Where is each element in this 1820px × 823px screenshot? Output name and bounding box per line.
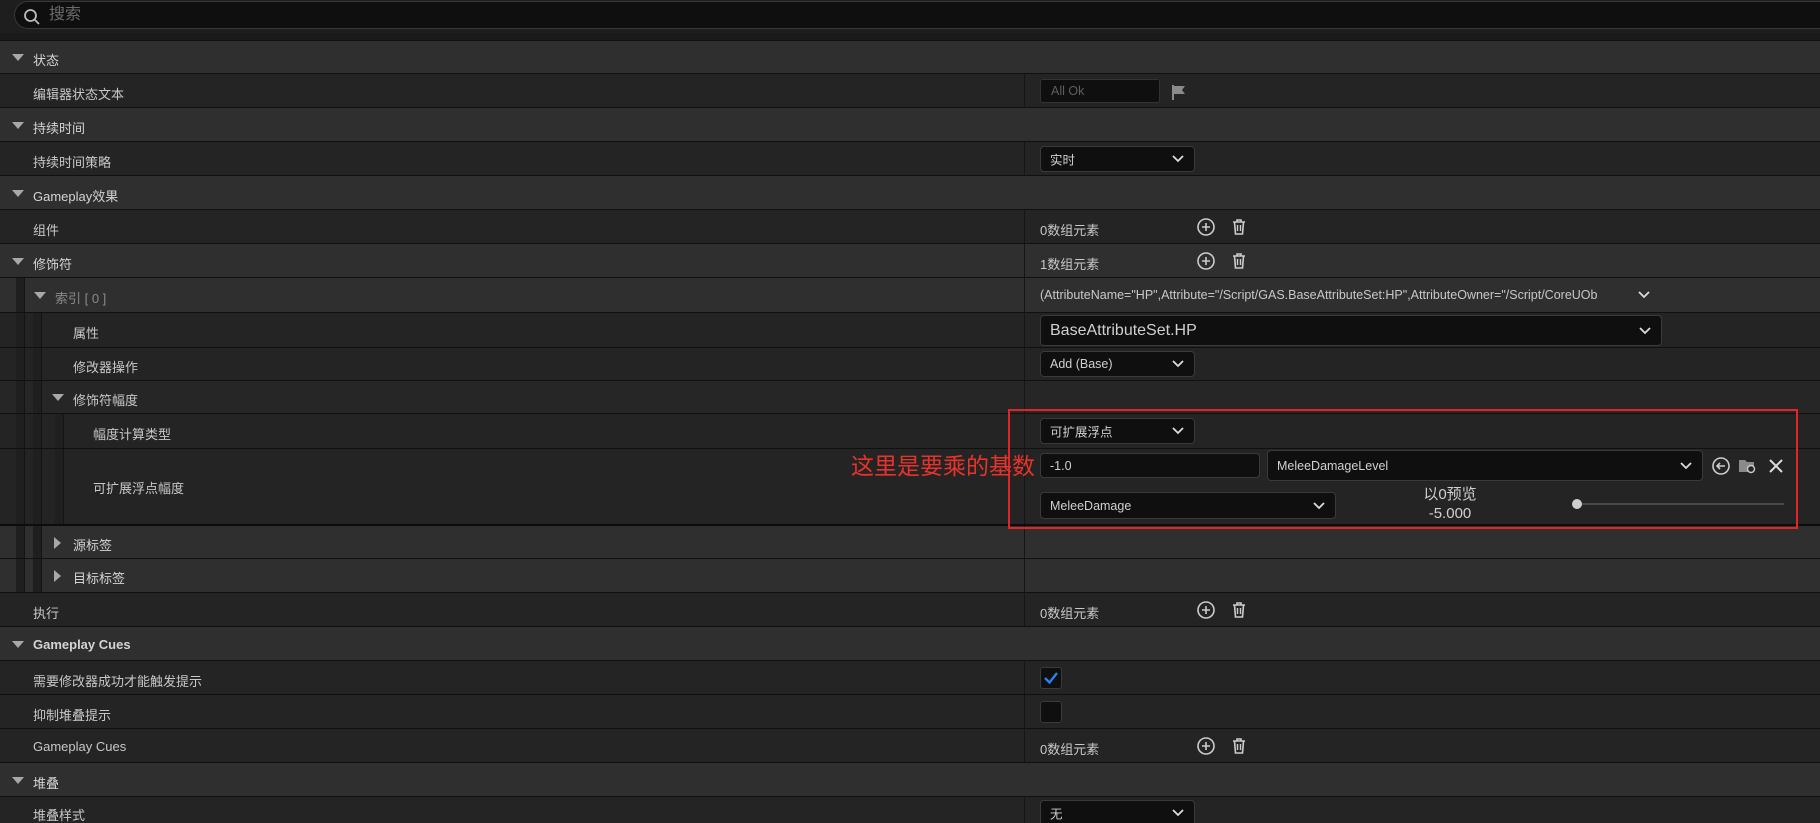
flag-icon[interactable] bbox=[1170, 83, 1188, 101]
category-modifiers[interactable]: 修饰符 1数组元素 bbox=[0, 243, 1820, 277]
chevron-down-icon bbox=[1172, 360, 1184, 368]
suppress-stacking-checkbox[interactable] bbox=[1040, 701, 1062, 723]
property-label: 组件 bbox=[33, 223, 60, 238]
add-element-icon[interactable] bbox=[1196, 251, 1216, 271]
array-count: 0数组元素 bbox=[1040, 606, 1100, 621]
category-gameplay-effect[interactable]: Gameplay效果 bbox=[0, 175, 1820, 209]
chevron-down-icon[interactable] bbox=[1638, 291, 1650, 299]
group-label: 修饰符幅度 bbox=[73, 393, 139, 408]
add-element-icon[interactable] bbox=[1196, 217, 1216, 237]
expand-arrow-icon[interactable] bbox=[54, 537, 61, 549]
property-editor-status: 编辑器状态文本 All Ok bbox=[0, 73, 1820, 107]
collapse-arrow-icon[interactable] bbox=[12, 258, 24, 265]
trash-icon[interactable] bbox=[1229, 736, 1249, 756]
annotation-highlight-box bbox=[1008, 409, 1798, 529]
array-count: 0数组元素 bbox=[1040, 223, 1100, 238]
collapse-arrow-icon[interactable] bbox=[12, 777, 24, 784]
trash-icon[interactable] bbox=[1229, 217, 1249, 237]
chevron-down-icon bbox=[1172, 809, 1184, 817]
property-label: Gameplay Cues bbox=[33, 739, 127, 754]
category-stacking[interactable]: 堆叠 bbox=[0, 762, 1820, 796]
category-status[interactable]: 状态 bbox=[0, 40, 1820, 73]
modifier-op-dropdown[interactable]: Add (Base) bbox=[1040, 351, 1195, 377]
index-label: 索引 [ 0 ] bbox=[55, 291, 107, 306]
property-label: 可扩展浮点幅度 bbox=[93, 481, 185, 496]
property-require-success: 需要修改器成功才能触发提示 bbox=[0, 660, 1820, 694]
property-label: 堆叠样式 bbox=[33, 808, 86, 823]
collapse-arrow-icon[interactable] bbox=[12, 54, 24, 61]
group-label: 目标标签 bbox=[73, 571, 126, 586]
property-label: 持续时间策略 bbox=[33, 155, 112, 170]
category-label: 状态 bbox=[33, 53, 60, 68]
category-label: Gameplay Cues bbox=[33, 637, 131, 652]
search-input[interactable] bbox=[49, 5, 649, 25]
collapse-arrow-icon[interactable] bbox=[12, 641, 24, 648]
property-label: 幅度计算类型 bbox=[93, 427, 172, 442]
property-components: 组件 0数组元素 bbox=[0, 209, 1820, 243]
property-duration-policy: 持续时间策略 实时 bbox=[0, 141, 1820, 175]
chevron-down-icon bbox=[1172, 155, 1184, 163]
array-index-0[interactable]: 索引 [ 0 ] (AttributeName="HP",Attribute="… bbox=[0, 277, 1820, 312]
expand-arrow-icon[interactable] bbox=[54, 570, 61, 582]
collapse-arrow-icon[interactable] bbox=[12, 122, 24, 129]
search-bar bbox=[0, 0, 1820, 33]
property-stacking-type: 堆叠样式 无 bbox=[0, 796, 1820, 823]
add-element-icon[interactable] bbox=[1196, 600, 1216, 620]
group-label: 源标签 bbox=[73, 538, 113, 553]
collapse-arrow-icon[interactable] bbox=[52, 394, 64, 401]
property-label: 修改器操作 bbox=[73, 360, 139, 375]
property-gameplay-cues: Gameplay Cues 0数组元素 bbox=[0, 728, 1820, 762]
category-label: 堆叠 bbox=[33, 776, 60, 791]
category-gameplay-cues[interactable]: Gameplay Cues bbox=[0, 626, 1820, 660]
collapse-arrow-icon[interactable] bbox=[34, 292, 46, 299]
group-source-tags[interactable]: 源标签 bbox=[0, 524, 1820, 558]
stacking-type-dropdown[interactable]: 无 bbox=[1040, 800, 1195, 823]
property-attribute: 属性 BaseAttributeSet.HP bbox=[0, 312, 1820, 347]
editor-status-field: All Ok bbox=[1040, 79, 1160, 103]
chevron-down-icon bbox=[1639, 326, 1651, 334]
category-label: 持续时间 bbox=[33, 121, 86, 136]
property-executions: 执行 0数组元素 bbox=[0, 592, 1820, 626]
require-success-checkbox[interactable] bbox=[1040, 667, 1062, 689]
attribute-dropdown[interactable]: BaseAttributeSet.HP bbox=[1040, 315, 1662, 346]
add-element-icon[interactable] bbox=[1196, 736, 1216, 756]
array-count: 0数组元素 bbox=[1040, 742, 1100, 757]
checkmark-icon bbox=[1044, 672, 1058, 685]
duration-policy-dropdown[interactable]: 实时 bbox=[1040, 146, 1195, 172]
annotation-text: 这里是要乘的基数 bbox=[851, 454, 1035, 480]
search-field[interactable] bbox=[14, 1, 1820, 29]
property-label: 需要修改器成功才能触发提示 bbox=[33, 674, 203, 689]
property-suppress-stacking: 抑制堆叠提示 bbox=[0, 694, 1820, 728]
collapse-arrow-icon[interactable] bbox=[12, 190, 24, 197]
category-label: Gameplay效果 bbox=[33, 189, 119, 204]
property-label: 抑制堆叠提示 bbox=[33, 708, 112, 723]
property-label: 执行 bbox=[33, 606, 60, 621]
category-duration[interactable]: 持续时间 bbox=[0, 107, 1820, 141]
search-icon bbox=[24, 9, 40, 25]
group-target-tags[interactable]: 目标标签 bbox=[0, 558, 1820, 592]
trash-icon[interactable] bbox=[1229, 251, 1249, 271]
index-summary: (AttributeName="HP",Attribute="/Script/G… bbox=[1040, 288, 1598, 302]
property-modifier-op: 修改器操作 Add (Base) bbox=[0, 347, 1820, 380]
array-count: 1数组元素 bbox=[1040, 257, 1100, 272]
property-label: 编辑器状态文本 bbox=[33, 87, 125, 102]
category-label: 修饰符 bbox=[33, 257, 73, 272]
trash-icon[interactable] bbox=[1229, 600, 1249, 620]
property-label: 属性 bbox=[73, 326, 100, 341]
